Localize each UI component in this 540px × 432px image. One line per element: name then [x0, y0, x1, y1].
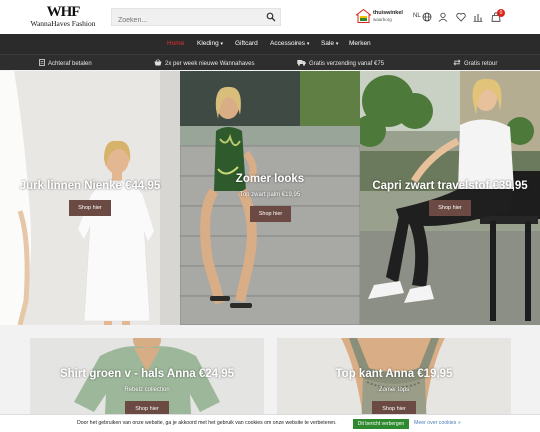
usp-label: Gratis retour: [464, 61, 498, 67]
account-icon[interactable]: [438, 12, 448, 22]
thuiswinkel-house-icon: [356, 9, 371, 23]
chevron-down-icon: ▾: [306, 41, 310, 47]
shopping-basket-icon: [154, 59, 162, 66]
thuiswinkel-badge[interactable]: thuiswinkel waarborg: [356, 8, 403, 26]
site-header: WHF WannaHaves Fashion thuiswinkel waarb…: [0, 0, 540, 34]
chevron-down-icon: ▾: [335, 41, 339, 47]
return-arrows-icon: [453, 59, 461, 66]
usp-label: 2x per week nieuwe Wannahaves: [165, 61, 255, 67]
card-title: Shirt groen v - hals Anna €24,95: [59, 368, 235, 380]
cookie-more-link[interactable]: Meer over cookies »: [414, 420, 461, 426]
usp-item: Gratis verzending vanaf €75: [297, 59, 384, 67]
nav-item-merken[interactable]: Merken: [349, 40, 371, 47]
nav-item-label: Accessoires: [270, 40, 306, 47]
card-title: Top kant Anna €19,95: [335, 368, 453, 380]
truck-icon: [297, 60, 306, 66]
cookie-accept-button[interactable]: Dit bericht verbergen: [353, 419, 409, 429]
main-nav: Home Kleding ▾ Giftcard Accessoires ▾ Sa…: [0, 34, 540, 54]
hero-banner-3[interactable]: Capri zwart travelstof €39,95 Shop hier: [360, 71, 540, 325]
logo-text: WannaHaves Fashion: [30, 19, 96, 28]
nav-item-home[interactable]: Home: [167, 40, 184, 47]
nav-item-sale[interactable]: Sale ▾: [321, 40, 338, 47]
usp-item: Gratis retour: [453, 59, 497, 67]
usp-bar: Achteraf betalen 2x per week nieuwe Wann…: [0, 54, 540, 70]
nav-item-giftcard[interactable]: Giftcard: [235, 40, 258, 47]
shop-here-button[interactable]: Shop hier: [429, 200, 471, 216]
chevron-down-icon: ▾: [220, 41, 224, 47]
hero-image-capri-pants: [360, 71, 540, 325]
site-logo[interactable]: WHF WannaHaves Fashion: [28, 4, 98, 29]
nav-item-label: Kleding: [197, 40, 219, 47]
nav-item-label: Sale: [321, 40, 335, 47]
search-icon[interactable]: [266, 12, 276, 22]
hero-banner-2[interactable]: Zomer looks Top zwart palm €19,95 Shop h…: [180, 71, 360, 325]
hero-image-linen-dress: [0, 71, 180, 325]
hero-title: Jurk linnen Nienke €44,95: [19, 180, 161, 192]
wishlist-heart-icon[interactable]: [456, 12, 466, 22]
shop-here-button[interactable]: Shop hier: [250, 206, 291, 222]
logo-mark: WHF: [46, 4, 81, 20]
compare-chart-icon[interactable]: [473, 12, 483, 22]
hero-banner-1[interactable]: Jurk linnen Nienke €44,95 Shop hier: [0, 71, 180, 325]
cart-count-badge: 0: [497, 9, 505, 17]
hero-image-summer-looks: [180, 71, 360, 325]
thuiswinkel-subtitle: waarborg: [373, 17, 392, 22]
thuiswinkel-title: thuiswinkel: [373, 10, 403, 16]
shop-here-button[interactable]: Shop hier: [69, 200, 111, 216]
hero-subtitle: Top zwart palm €19,95: [239, 192, 301, 198]
usp-item: 2x per week nieuwe Wannahaves: [154, 59, 255, 67]
cookie-banner: Door het gebruiken van onze website, ga …: [0, 414, 540, 432]
usp-label: Gratis verzending vanaf €75: [309, 61, 385, 67]
card-subtitle: Rebelz collection: [124, 387, 170, 393]
cookie-message: Door het gebruiken van onze website, ga …: [77, 420, 337, 426]
hero-title: Zomer looks: [235, 173, 305, 185]
nav-item-kleding[interactable]: Kleding ▾: [197, 40, 223, 47]
usp-item: Achteraf betalen: [39, 59, 92, 67]
card-subtitle: Zomer tops: [378, 387, 410, 393]
globe-icon[interactable]: [422, 12, 432, 22]
search-input[interactable]: [112, 12, 262, 29]
search-bar: [111, 8, 281, 29]
invoice-icon: [39, 59, 45, 66]
hero-title: Capri zwart travelstof €39,95: [372, 180, 528, 192]
usp-label: Achteraf betalen: [48, 61, 92, 67]
nav-item-accessoires[interactable]: Accessoires ▾: [270, 40, 309, 47]
language-selector[interactable]: NL: [413, 13, 421, 19]
